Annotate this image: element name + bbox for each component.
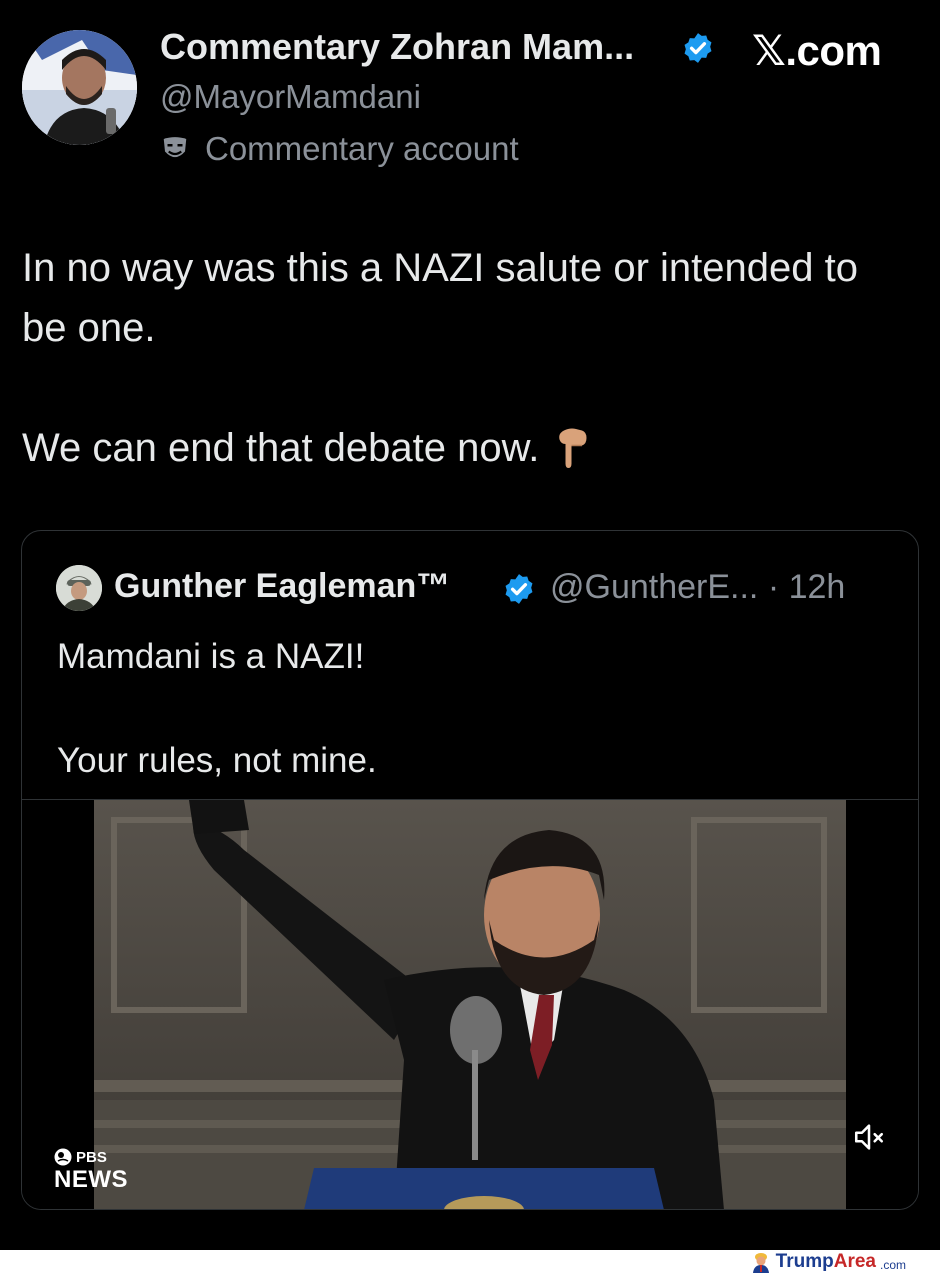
logo-text-trump: Trump	[775, 1251, 834, 1272]
speaker-muted-icon[interactable]	[852, 1120, 886, 1154]
account-type-label: Commentary account	[205, 130, 519, 167]
commentary-mask-icon	[163, 137, 187, 158]
quoted-post-text-line: Your rules, not mine.	[57, 741, 377, 780]
post-text-line: We can end that debate now.	[22, 418, 912, 478]
post-text: In no way was this a NAZI salute or inte…	[22, 238, 912, 478]
news-text: NEWS	[54, 1166, 128, 1193]
logo-text-area: Area	[833, 1251, 876, 1272]
pointing-down-emoji	[559, 428, 587, 468]
quoted-author-name[interactable]: Gunther Eagleman™	[114, 567, 450, 606]
quoted-post-card[interactable]: Gunther Eagleman™ @GuntherE... · 12h Mam…	[21, 530, 919, 1210]
video-player[interactable]: PBS NEWS	[22, 799, 918, 1209]
video-still-image	[94, 800, 846, 1209]
site-label: 𝕏.com	[752, 27, 882, 74]
quoted-author-handle-time[interactable]: @GuntherE... · 12h	[550, 568, 845, 607]
quoted-post-text: Mamdani is a NAZI! Your rules, not mine.	[57, 631, 877, 787]
verified-badge-icon	[505, 574, 533, 604]
pbs-text: PBS	[76, 1148, 107, 1166]
footer-bar: Trump Area .com	[0, 1250, 940, 1275]
video-frame[interactable]	[94, 800, 846, 1209]
site-watermark-logo: Trump Area .com	[750, 1251, 906, 1273]
post-screenshot: Commentary Zohran Mam... 𝕏.com @MayorMam…	[0, 0, 940, 1250]
verified-badge-icon	[684, 33, 712, 63]
mascot-icon	[752, 1253, 769, 1273]
post-text-line-content: We can end that debate now.	[22, 426, 540, 470]
display-name[interactable]: Commentary Zohran Mam...	[160, 26, 634, 68]
post-text-line: In no way was this a NAZI salute or inte…	[22, 246, 858, 350]
logo-text-com: .com	[879, 1257, 906, 1272]
profile-avatar[interactable]	[22, 30, 137, 145]
user-handle[interactable]: @MayorMamdani	[160, 78, 421, 116]
quoted-post-text-line: Mamdani is a NAZI!	[57, 637, 365, 676]
pbs-logo-icon	[54, 1148, 72, 1166]
quoted-author-avatar[interactable]	[56, 565, 102, 611]
pbs-news-watermark: PBS NEWS	[54, 1148, 128, 1192]
